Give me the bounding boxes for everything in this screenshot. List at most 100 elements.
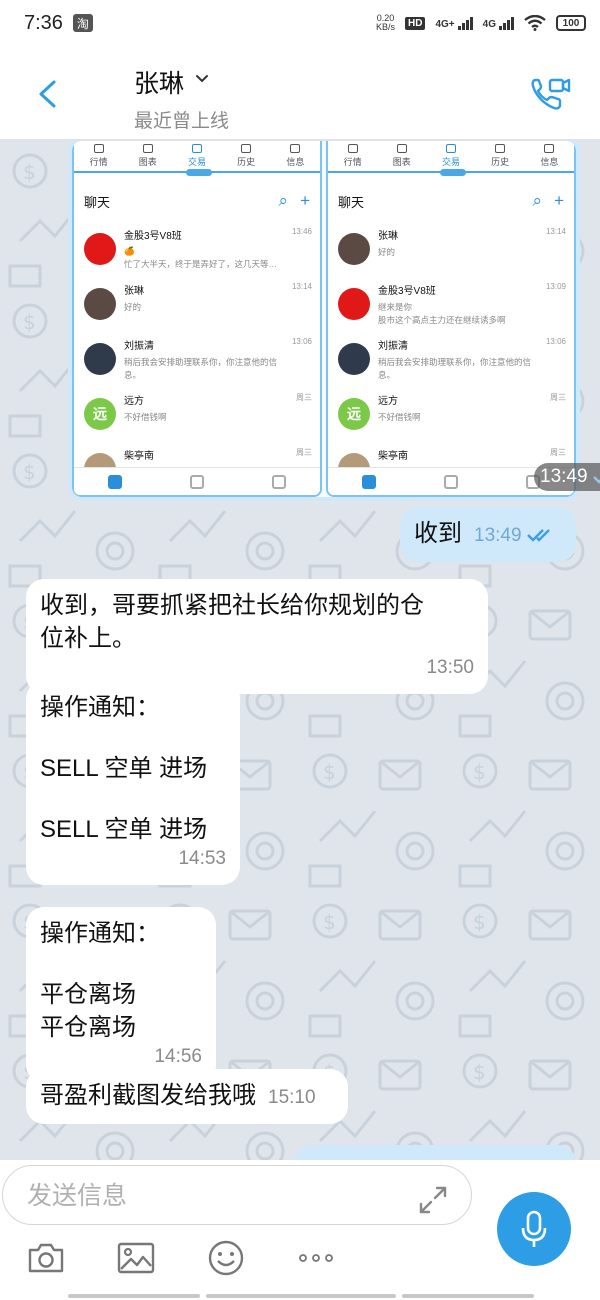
chat-name: 刘振清 bbox=[124, 341, 154, 352]
camera-button[interactable] bbox=[26, 1240, 66, 1276]
search-icon: ⌕ bbox=[532, 191, 543, 210]
message-text-line bbox=[40, 785, 226, 813]
tab-quotes: 行情 bbox=[344, 144, 362, 168]
tab-history: 历史 bbox=[491, 144, 509, 168]
screenshot-image[interactable]: 行情 图表 交易 历史 信息 聊天 ⌕ + 金股3号V8班 13:46 🍊 忙了大半天，终… bbox=[72, 141, 576, 497]
incoming-message[interactable]: 操作通知： SELL 空单 进场 SELL 空单 进场 14:53 bbox=[26, 681, 240, 885]
message-input-box[interactable] bbox=[2, 1165, 472, 1225]
screenshot-timestamp: 13:49 bbox=[534, 463, 600, 491]
emoji-button[interactable] bbox=[206, 1240, 246, 1276]
chat-preview: 不好借钱啊 bbox=[378, 412, 421, 422]
tab-info: 信息 bbox=[540, 144, 558, 168]
message-text-line: 哥盈利截图发给我哦 bbox=[40, 1082, 256, 1109]
chat-name: 柴亭南 bbox=[378, 451, 408, 462]
message-time: 14:56 bbox=[154, 1046, 202, 1067]
chat-preview: 🍊 bbox=[124, 246, 135, 256]
message-text-line: 平仓离场 bbox=[40, 981, 136, 1008]
incoming-message[interactable]: 哥盈利截图发给我哦 15:10 bbox=[26, 1069, 348, 1124]
message-input[interactable] bbox=[27, 1178, 387, 1214]
tab-chart: 图表 bbox=[139, 144, 157, 168]
chat-time: 周三 bbox=[296, 393, 312, 402]
screenshot-message[interactable]: 行情 图表 交易 历史 信息 聊天 ⌕ + 金股3号V8班 13:46 🍊 忙了大半天，终… bbox=[68, 141, 600, 501]
chat-header: 张琳 最近曾上线 bbox=[0, 46, 600, 140]
nav-bar-segment bbox=[68, 1294, 200, 1298]
chat-preview-line2: 忙了大半天，终于是弄好了，这几天等… bbox=[124, 259, 278, 269]
avatar: 远 bbox=[338, 398, 370, 430]
tab-chart: 图表 bbox=[393, 144, 411, 168]
avatar bbox=[338, 343, 370, 375]
avatar bbox=[84, 343, 116, 375]
message-text-line bbox=[40, 950, 202, 978]
composer bbox=[0, 1160, 600, 1300]
network-type-1: 4G+ bbox=[435, 18, 455, 30]
tab-trade: 交易 bbox=[188, 144, 206, 168]
camera-icon bbox=[28, 1243, 64, 1273]
expand-icon[interactable] bbox=[415, 1182, 451, 1218]
tab-history: 历史 bbox=[237, 144, 255, 168]
chat-preview: 稍后我会安排助理联系你，你注意他的信 bbox=[124, 357, 278, 367]
double-check-icon bbox=[526, 528, 550, 542]
chat-area[interactable]: $ 行情 图表 交易 历史 信息 聊天⌕+ bbox=[0, 141, 600, 1160]
message-time: 14:53 bbox=[178, 848, 226, 869]
network-speed: 0.20 KB/s bbox=[376, 14, 395, 32]
screenshot-chat-item: 刘振清 13:06 稍后我会安排助理联系你，你注意他的信 息。 bbox=[328, 333, 574, 388]
chat-name: 金股3号V8班 bbox=[124, 231, 182, 242]
image-icon bbox=[117, 1242, 155, 1274]
incoming-message[interactable]: 操作通知： 平仓离场 平仓离场 14:56 bbox=[26, 907, 216, 1083]
chat-preview-line2: 息。 bbox=[124, 370, 142, 380]
status-bar: 7:36 淘 0.20 KB/s HD 4G+ 4G 100 bbox=[0, 0, 600, 46]
chat-preview-line2: 股市这个高点主力还在继续诱多啊 bbox=[378, 315, 506, 325]
incoming-message[interactable]: 收到，哥要抓紧把社长给你规划的仓 位补上。 13:50 bbox=[26, 579, 488, 694]
wifi-icon bbox=[524, 15, 546, 31]
avatar: 远 bbox=[84, 398, 116, 430]
chat-name: 远方 bbox=[124, 396, 144, 407]
screenshot-phone-right: 行情 图表 交易 历史 信息 聊天 ⌕ + 张琳 13:14 好的 金股3号V8班 13:0… bbox=[326, 141, 576, 497]
signal-icon-1: 4G+ bbox=[435, 16, 473, 30]
message-text-line: 收到，哥要抓紧把社长给你规划的仓 bbox=[40, 592, 424, 619]
message-time: 15:10 bbox=[268, 1087, 316, 1108]
chat-time: 13:46 bbox=[291, 227, 312, 236]
message-text-line: 操作通知： bbox=[40, 920, 160, 947]
microphone-icon bbox=[521, 1210, 547, 1247]
tab-indicator bbox=[186, 169, 212, 176]
chat-preview-line2: 息。 bbox=[378, 370, 396, 380]
image-button[interactable] bbox=[116, 1240, 156, 1276]
chat-name: 柴亭南 bbox=[124, 451, 154, 462]
plus-icon: + bbox=[554, 191, 564, 210]
chat-time: 周三 bbox=[550, 393, 566, 402]
message-text-line: SELL 空单 进场 bbox=[40, 755, 208, 782]
more-button[interactable] bbox=[296, 1240, 336, 1276]
network-type-2: 4G bbox=[482, 18, 496, 30]
chat-time: 13:14 bbox=[291, 282, 312, 291]
back-arrow-icon[interactable] bbox=[30, 74, 66, 114]
plus-icon: + bbox=[300, 191, 310, 210]
chat-preview: 好的 bbox=[124, 302, 142, 312]
message-text-line bbox=[40, 724, 226, 752]
screenshot-title: 聊天 bbox=[338, 194, 365, 210]
screenshot-bottom-nav bbox=[74, 467, 320, 495]
screenshot-chat-item: 金股3号V8班 13:09 继来是你 股市这个高点主力还在继续诱多啊 bbox=[328, 278, 574, 333]
screenshot-chat-item: 张琳 13:14 好的 bbox=[74, 278, 320, 333]
search-icon: ⌕ bbox=[278, 191, 289, 210]
chat-time: 13:14 bbox=[545, 227, 566, 236]
screenshot-chat-item: 张琳 13:14 好的 bbox=[328, 223, 574, 278]
chat-name: 远方 bbox=[378, 396, 398, 407]
chevron-down-icon[interactable] bbox=[194, 72, 210, 86]
chat-time: 周三 bbox=[296, 448, 312, 457]
microphone-button[interactable] bbox=[497, 1192, 571, 1266]
tab-indicator bbox=[440, 169, 466, 176]
outgoing-message[interactable]: 收到 13:49 bbox=[400, 507, 576, 562]
more-dots-icon bbox=[299, 1254, 333, 1262]
taobao-app-icon: 淘 bbox=[72, 14, 93, 32]
contact-name[interactable]: 张琳 bbox=[134, 64, 184, 100]
message-time: 13:49 bbox=[474, 525, 522, 546]
screenshot-chat-item: 金股3号V8班 13:46 🍊 忙了大半天，终于是弄好了，这几天等… bbox=[74, 223, 320, 278]
emoji-icon bbox=[208, 1240, 244, 1276]
chat-time: 13:06 bbox=[545, 337, 566, 346]
phone-video-icon[interactable] bbox=[528, 74, 574, 114]
avatar bbox=[84, 288, 116, 320]
battery-icon: 100 bbox=[556, 15, 586, 31]
screenshot-chat-item: 远远方 周三不好借钱啊 bbox=[328, 388, 574, 443]
nav-bar-segment bbox=[206, 1294, 396, 1298]
outgoing-message-partial[interactable] bbox=[294, 1145, 576, 1160]
